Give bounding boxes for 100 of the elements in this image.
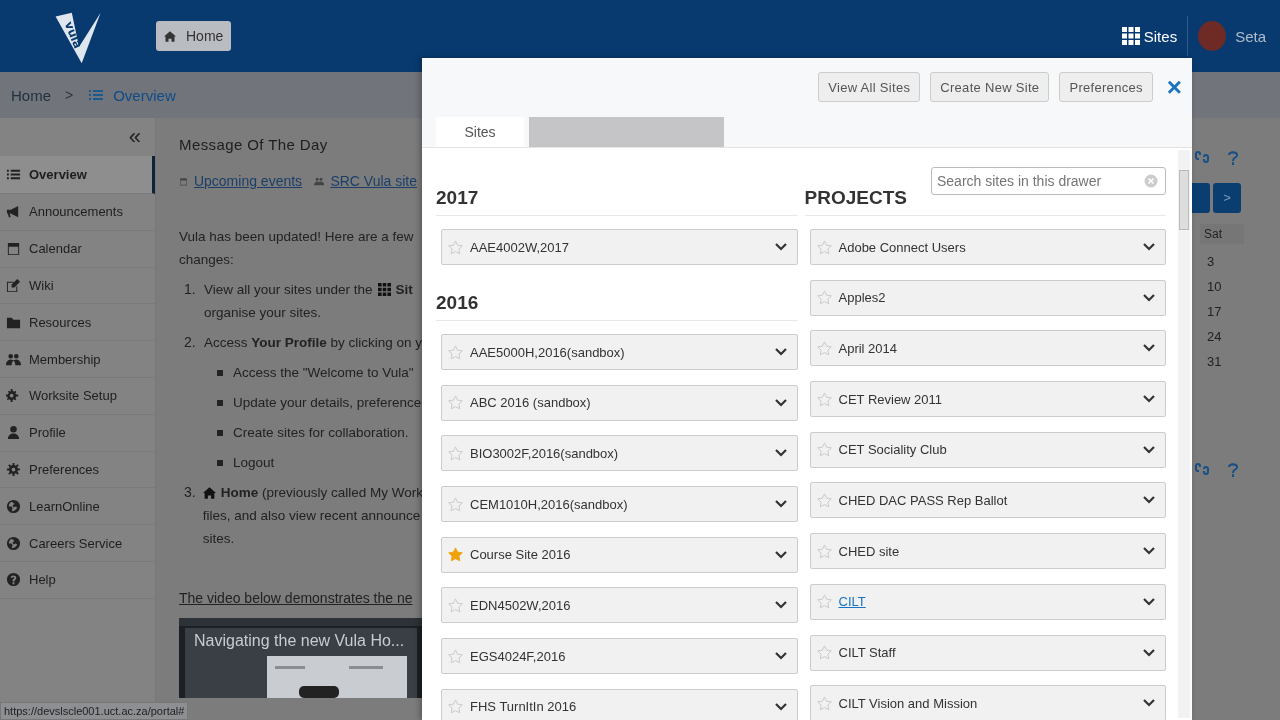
sidebar-item[interactable]: Membership — [0, 341, 155, 378]
site-item[interactable]: CILT — [809, 583, 1166, 620]
star-icon[interactable] — [448, 496, 463, 512]
video-note-link[interactable]: The video below demonstrates the ne — [179, 590, 423, 606]
site-item[interactable]: CET Sociality Club — [809, 431, 1166, 468]
chevron-icon[interactable] — [1143, 243, 1155, 251]
site-item[interactable]: CILT Vision and Mission — [809, 685, 1166, 720]
previous-button[interactable] — [1192, 183, 1210, 213]
site-item[interactable]: AAE4002W,2017 — [441, 229, 798, 265]
clear-icon[interactable] — [1144, 174, 1158, 188]
site-item[interactable]: AAE5000H,2016(sandbox) — [441, 334, 798, 370]
site-item[interactable]: April 2014 — [809, 330, 1166, 367]
star-icon[interactable] — [816, 695, 832, 711]
star-icon[interactable] — [816, 645, 832, 660]
chevron-icon[interactable] — [774, 652, 787, 661]
sidebar-item[interactable]: Help — [0, 561, 155, 599]
star-icon[interactable] — [816, 340, 832, 356]
chevron-icon[interactable] — [1143, 496, 1155, 505]
close-icon[interactable]: × — [1166, 74, 1182, 100]
site-item[interactable]: FHS TurnItIn 2016 — [441, 688, 798, 720]
star-icon[interactable] — [448, 597, 463, 613]
chevron-icon[interactable] — [1143, 395, 1155, 404]
step-number: 2. — [183, 333, 197, 352]
gear-icon — [6, 461, 21, 477]
star-icon[interactable] — [448, 445, 463, 461]
chevron-icon[interactable] — [1143, 597, 1155, 606]
step-text: files, and also view recent announce — [202, 507, 421, 525]
chevron-icon[interactable] — [774, 348, 787, 356]
star-icon[interactable] — [448, 699, 463, 715]
site-item[interactable]: CET Review 2011 — [809, 381, 1166, 418]
globe-icon — [6, 535, 21, 551]
site-item[interactable]: CEM1010H,2016(sandbox) — [441, 486, 798, 523]
star-icon[interactable] — [816, 239, 832, 255]
chevron-icon[interactable] — [1143, 547, 1155, 556]
sidebar-item[interactable]: Worksite Setup — [0, 378, 155, 415]
star-icon[interactable] — [816, 594, 832, 610]
star-icon[interactable] — [816, 391, 832, 407]
help-icon[interactable] — [1227, 462, 1239, 478]
chevron-icon[interactable] — [774, 500, 787, 509]
sidebar-item[interactable]: Calendar — [0, 230, 155, 268]
user-name[interactable]: Seta — [1235, 27, 1266, 45]
help-icon[interactable] — [1227, 150, 1239, 166]
collapse-button[interactable]: « — [128, 124, 141, 150]
site-item[interactable]: CHED DAC PASS Rep Ballot — [809, 482, 1166, 519]
link-icon[interactable] — [1194, 462, 1210, 478]
star-icon[interactable] — [448, 239, 463, 255]
chevron-icon[interactable] — [774, 702, 787, 711]
filled-star-icon[interactable] — [448, 547, 463, 563]
star-icon[interactable] — [816, 442, 832, 458]
chevron-icon[interactable] — [1143, 445, 1155, 454]
star-icon[interactable] — [816, 492, 832, 508]
bullet-text: Access the "Welcome to Vula" — [233, 364, 414, 382]
chevron-icon[interactable] — [774, 550, 787, 559]
site-item[interactable]: Course Site 2016 — [441, 536, 798, 573]
bullet-text: Create sites for collaboration. — [233, 424, 409, 442]
sites-button[interactable]: Sites — [1121, 27, 1178, 45]
globe-icon — [6, 498, 21, 514]
site-item[interactable]: Adobe Connect Users — [809, 229, 1166, 265]
edit-icon — [6, 278, 21, 293]
link-icon[interactable] — [1194, 150, 1210, 166]
sidebar-item[interactable]: Announcements — [0, 194, 155, 231]
site-item[interactable]: CHED site — [809, 533, 1166, 570]
site-item[interactable]: EDN4502W,2016 — [441, 587, 798, 624]
sidebar-item[interactable]: Resources — [0, 304, 155, 342]
sidebar-item[interactable]: Wiki — [0, 267, 155, 305]
sidebar-item[interactable]: Profile — [0, 414, 155, 452]
site-item[interactable]: BIO3002F,2016(sandbox) — [441, 435, 798, 472]
chevron-icon[interactable] — [774, 398, 787, 407]
chevron-icon[interactable] — [1143, 648, 1155, 657]
star-icon[interactable] — [448, 395, 463, 411]
site-item[interactable]: CILT Staff — [809, 634, 1166, 671]
search-field[interactable]: Search sites in this drawer — [931, 167, 1166, 195]
drawer-button[interactable]: View All Sites — [818, 72, 921, 102]
avatar[interactable] — [1198, 21, 1227, 51]
site-item[interactable]: EGS4024F,2016 — [441, 638, 798, 675]
sidebar-item[interactable]: LearnOnline — [0, 488, 155, 526]
chevron-icon[interactable] — [1143, 699, 1155, 708]
drawer-button[interactable]: Preferences — [1059, 72, 1153, 102]
sidebar-item[interactable]: Preferences — [0, 451, 155, 489]
tab[interactable] — [529, 117, 724, 147]
chevron-icon[interactable] — [1143, 344, 1155, 353]
star-icon[interactable] — [816, 543, 832, 559]
drawer-button[interactable]: Create New Site — [930, 72, 1050, 102]
sidebar-item[interactable]: Careers Service — [0, 525, 155, 562]
site-item[interactable]: Apples2 — [809, 279, 1166, 316]
site-item[interactable]: ABC 2016 (sandbox) — [441, 384, 798, 421]
star-icon[interactable] — [448, 648, 463, 664]
chevron-icon[interactable] — [774, 601, 787, 610]
sidebar-item[interactable]: Overview — [0, 156, 155, 194]
step-text: Home (previously called My Work — [220, 484, 423, 502]
chevron-icon[interactable] — [1143, 293, 1155, 302]
chevron-icon[interactable] — [774, 243, 787, 251]
home-button[interactable]: Home — [156, 21, 232, 51]
scrollbar[interactable] — [1178, 150, 1190, 718]
home-icon — [202, 486, 216, 499]
star-icon[interactable] — [816, 290, 832, 306]
tab[interactable]: Sites — [436, 117, 524, 147]
next-button[interactable]: > — [1213, 183, 1241, 213]
chevron-icon[interactable] — [774, 449, 787, 458]
star-icon[interactable] — [448, 344, 463, 360]
